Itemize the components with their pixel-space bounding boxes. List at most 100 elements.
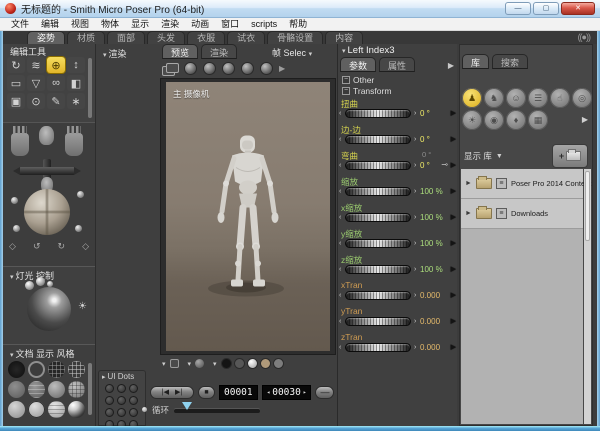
dial-value[interactable]: 0.000 bbox=[420, 291, 440, 301]
dial-decrement-icon[interactable]: ‹ bbox=[339, 343, 341, 352]
category-expressions-icon[interactable]: ☺ bbox=[506, 88, 526, 108]
chevron-down-icon[interactable]: ▼ bbox=[496, 153, 503, 160]
display-style-1[interactable] bbox=[8, 361, 25, 378]
room-tab-衣服[interactable]: 衣服 bbox=[187, 31, 225, 44]
category-hair-icon[interactable]: ☰ bbox=[528, 88, 548, 108]
minimize-button[interactable]: — bbox=[505, 2, 531, 15]
room-tab-面部[interactable]: 面部 bbox=[107, 31, 145, 44]
library-scrollbar[interactable] bbox=[584, 169, 591, 424]
display-style-2[interactable] bbox=[28, 361, 45, 378]
camera-key-icon[interactable]: ◇ bbox=[82, 241, 89, 251]
room-tab-骨骼设置[interactable]: 骨骼设置 bbox=[267, 31, 323, 44]
end-frame-counter[interactable]: ◂ 00030 ▸ bbox=[262, 385, 312, 400]
figure-mannequin[interactable] bbox=[166, 82, 330, 351]
palette-flyout-icon[interactable]: ((●)) bbox=[578, 31, 590, 44]
ui-dot-6[interactable] bbox=[129, 396, 138, 405]
menu-item-编辑[interactable]: 编辑 bbox=[35, 18, 65, 30]
color-chip-tan[interactable] bbox=[260, 358, 271, 369]
scale-tool-icon[interactable]: ▭ bbox=[7, 75, 25, 91]
more-arrow-icon[interactable]: ▶ bbox=[279, 64, 285, 73]
doc-tab-渲染[interactable]: 渲染 bbox=[201, 44, 237, 59]
library-tab-库[interactable]: 库 bbox=[462, 54, 489, 69]
library-tab-搜索[interactable]: 搜索 bbox=[492, 54, 528, 69]
dial-increment-icon[interactable]: › bbox=[414, 239, 416, 248]
library-item-Downloads[interactable]: ►≡Downloads bbox=[461, 199, 583, 229]
figure-select-dropdown[interactable]: 帧 Selec ▾ bbox=[272, 46, 314, 59]
expand-arrow-icon[interactable]: ► bbox=[465, 210, 472, 217]
dial-decrement-icon[interactable]: ‹ bbox=[339, 187, 341, 196]
background-color-picker[interactable]: ▾ bbox=[213, 358, 284, 369]
menu-item-文件[interactable]: 文件 bbox=[5, 18, 35, 30]
camera-dolly-control[interactable] bbox=[19, 167, 75, 175]
dial-value[interactable]: 0.000 bbox=[420, 343, 440, 353]
category-hands-icon[interactable]: ☝ bbox=[550, 88, 570, 108]
category-materials-icon[interactable]: ♦ bbox=[506, 110, 526, 130]
dial-menu-icon[interactable]: ▶ bbox=[451, 317, 456, 325]
timeline-slider[interactable] bbox=[174, 409, 260, 413]
ui-dot-5[interactable] bbox=[117, 396, 126, 405]
color-tool-icon[interactable]: ◧ bbox=[67, 75, 85, 91]
categories-more-icon[interactable]: ▶ bbox=[582, 115, 588, 124]
camera-rotate-right-icon[interactable]: ↻ bbox=[58, 241, 66, 251]
display-style-6[interactable] bbox=[28, 381, 45, 398]
ui-dot-2[interactable] bbox=[117, 384, 126, 393]
display-style-5[interactable] bbox=[8, 381, 25, 398]
dial-menu-icon[interactable]: ▶ bbox=[451, 343, 456, 351]
dial-decrement-icon[interactable]: ‹ bbox=[339, 265, 341, 274]
param-tab-参数[interactable]: 参数 bbox=[340, 57, 376, 72]
room-tab-姿势[interactable]: 姿势 bbox=[27, 31, 65, 44]
rotate-tool-icon[interactable]: ↻ bbox=[7, 57, 25, 73]
display-style-12[interactable] bbox=[68, 401, 85, 418]
shadow-toggle[interactable]: ▾ bbox=[188, 359, 205, 368]
ui-dot-3[interactable] bbox=[129, 384, 138, 393]
dial-decrement-icon[interactable]: ‹ bbox=[339, 239, 341, 248]
category-lights-icon[interactable]: ☀ bbox=[462, 110, 482, 130]
dial-menu-icon[interactable]: ▶ bbox=[451, 239, 456, 247]
light-trackball[interactable] bbox=[27, 287, 71, 331]
display-ball-icon[interactable] bbox=[222, 62, 235, 75]
dial-value[interactable]: 0 ° bbox=[420, 109, 430, 119]
tracking-mode-icon[interactable] bbox=[162, 63, 178, 75]
dial-slider[interactable] bbox=[345, 161, 411, 170]
menu-item-视图[interactable]: 视图 bbox=[65, 18, 95, 30]
category-scenes-icon[interactable]: ▦ bbox=[528, 110, 548, 130]
color-chip-mid[interactable] bbox=[273, 358, 284, 369]
light-brightness-icon[interactable]: ☀ bbox=[78, 301, 87, 312]
dial-increment-icon[interactable]: › bbox=[414, 343, 416, 352]
category-cameras-icon[interactable]: ◉ bbox=[484, 110, 504, 130]
show-library-label[interactable]: 显示 库 bbox=[464, 150, 492, 162]
dial-value[interactable]: 100 % bbox=[420, 265, 443, 275]
library-item-Poser Pro 2014 Content[interactable]: ►≡Poser Pro 2014 Content bbox=[461, 169, 583, 199]
category-props-icon[interactable]: ◎ bbox=[572, 88, 592, 108]
dial-menu-icon[interactable]: ▶ bbox=[451, 265, 456, 273]
dial-value[interactable]: 0 ° bbox=[420, 135, 430, 145]
timeline-thumb[interactable] bbox=[182, 402, 192, 410]
room-tab-材质[interactable]: 材质 bbox=[67, 31, 105, 44]
light-indicator-1[interactable] bbox=[25, 281, 34, 290]
translate-in-out-tool-icon[interactable]: ↕ bbox=[67, 57, 85, 73]
dial-slider[interactable] bbox=[345, 239, 411, 248]
dial-increment-icon[interactable]: › bbox=[414, 213, 416, 222]
dial-increment-icon[interactable]: › bbox=[414, 291, 416, 300]
dial-menu-icon[interactable]: ▶ bbox=[451, 213, 456, 221]
collapse-caret-icon[interactable]: ▾ bbox=[10, 274, 14, 281]
camera-dot-bottom-right[interactable] bbox=[75, 225, 82, 232]
doc-tab-预览[interactable]: 预览 bbox=[162, 44, 198, 59]
ui-dot-7[interactable] bbox=[105, 408, 114, 417]
room-tab-内容[interactable]: 内容 bbox=[325, 31, 363, 44]
dial-decrement-icon[interactable]: ‹ bbox=[339, 161, 341, 170]
camera-dot-bottom-left[interactable] bbox=[13, 225, 20, 232]
display-style-4[interactable] bbox=[68, 361, 85, 378]
taper-tool-icon[interactable]: ▽ bbox=[27, 75, 45, 91]
room-tab-试衣[interactable]: 试衣 bbox=[227, 31, 265, 44]
render-dropdown[interactable]: ▾渲染 bbox=[103, 47, 127, 60]
dial-increment-icon[interactable]: › bbox=[414, 317, 416, 326]
ui-dot-9[interactable] bbox=[129, 408, 138, 417]
dial-menu-icon[interactable]: ▶ bbox=[451, 135, 456, 143]
light-indicator-2[interactable] bbox=[36, 277, 45, 286]
tools-scrollbar[interactable] bbox=[88, 58, 92, 118]
close-button[interactable]: ✕ bbox=[561, 2, 595, 15]
dial-value[interactable]: 0 ° bbox=[420, 161, 430, 171]
expand-arrow-icon[interactable]: ► bbox=[465, 180, 472, 187]
morphing-tool-tool-icon[interactable]: ✎ bbox=[47, 93, 65, 109]
